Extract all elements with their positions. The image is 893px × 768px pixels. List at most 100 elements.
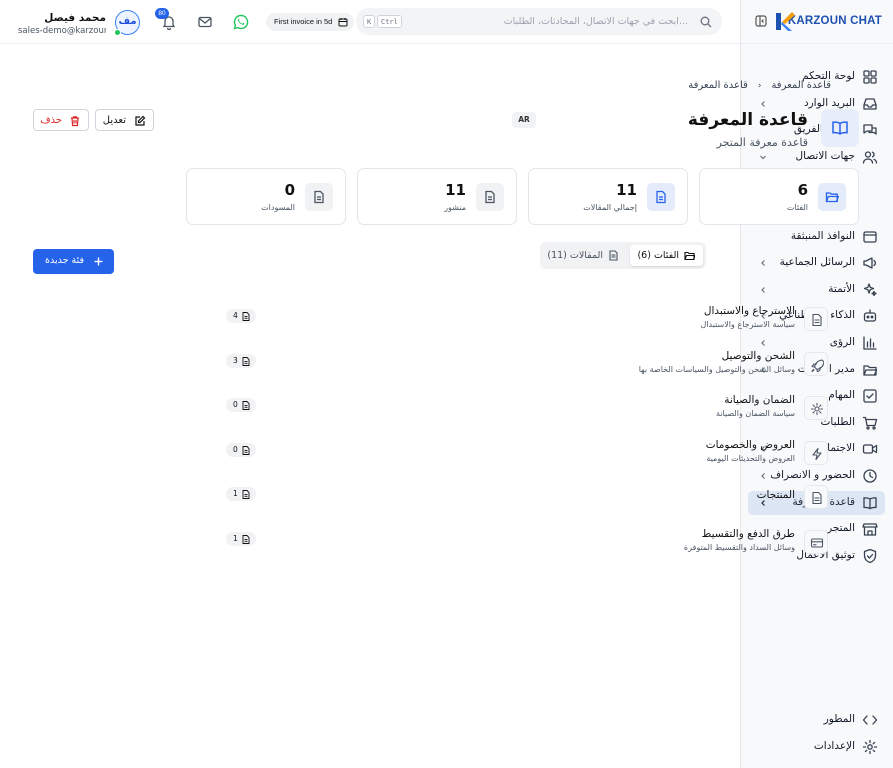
collapse-sidebar-icon[interactable] [755, 15, 767, 27]
category-row[interactable]: الاسترجاع والاستبدال سياسة الاسترجاع والا… [153, 305, 893, 350]
document-icon [242, 356, 250, 366]
sidebar-item-label: البريد الوارد [803, 96, 855, 109]
brand-name: KARZOUN CHAT [787, 15, 882, 27]
sidebar-footer-label: الإعدادات [813, 739, 855, 752]
invoice-text: First invoice in 5d [274, 17, 333, 26]
category-row[interactable]: الضمان والصيانة سياسة الضمان والصيانة 0 [153, 394, 893, 439]
category-description: وسائل الشحن والتوصيل والسياسات الخاصة به… [638, 364, 795, 374]
article-count: 4 [233, 311, 238, 320]
team-chat-icon [862, 122, 878, 138]
stat-value: 11 [616, 181, 637, 199]
chevron-left-icon [758, 258, 768, 268]
topbar: ابحث في جهات الاتصال، المحادثات، الطلبات… [0, 0, 740, 44]
stat-label: إجمالي المقالات [583, 203, 637, 212]
stat-card: 6 الفئات [699, 168, 859, 225]
category-description: وسائل السداد والتقسيط المتوفرة [683, 543, 795, 552]
document-icon [476, 183, 504, 211]
delete-button-label: حذف [40, 115, 62, 126]
chevron-left-icon: ‹ [757, 80, 762, 91]
gear-icon [862, 739, 878, 755]
category-description: سياسة الاسترجاع والاستبدال [700, 320, 795, 329]
stat-label: المسودات [261, 203, 295, 212]
article-count-badge: 0 [226, 442, 256, 457]
sidebar-footer-label: المطور [823, 713, 855, 725]
category-description: العروض والتحديثات اليومية [706, 453, 795, 463]
whatsapp-icon[interactable] [233, 14, 249, 30]
category-name: الاسترجاع والاستبدال [703, 305, 795, 317]
document-icon [804, 485, 828, 510]
category-name: المنتجات [756, 489, 795, 502]
sidebar-footer-item-0[interactable]: المطور [740, 708, 893, 732]
article-count: 0 [233, 400, 238, 410]
article-count-badge: 1 [226, 532, 256, 546]
dashboard-icon [862, 69, 878, 85]
rocket-icon [804, 351, 828, 376]
kbd-k: K [363, 15, 376, 28]
document-icon [242, 401, 250, 411]
tab-articles-label: المقالات (11) [547, 250, 603, 261]
chevron-left-icon [758, 99, 768, 109]
stat-card: 11 إجمالي المقالات [528, 168, 688, 225]
search-input[interactable]: ابحث في جهات الاتصال، المحادثات، الطلبات… [356, 8, 722, 35]
sidebar-item-label: النوافذ المنبثقة [790, 229, 855, 242]
category-name: الشحن والتوصيل [721, 349, 795, 362]
page-subtitle: قاعدة معرفة المتجر [716, 136, 808, 149]
article-count-badge: 3 [226, 353, 256, 368]
popup-icon [862, 229, 878, 245]
document-icon [242, 535, 250, 544]
calendar-icon [338, 17, 348, 27]
gear-icon [804, 396, 828, 421]
new-category-label: فئة جديدة [45, 255, 84, 266]
search-placeholder: ابحث في جهات الاتصال، المحادثات، الطلبات… [503, 16, 688, 27]
article-count: 1 [233, 489, 238, 499]
chevron-down-icon [758, 152, 768, 162]
view-tabs: الفئات (6) المقالات (11) [540, 242, 706, 269]
document-icon [608, 250, 619, 261]
sidebar-footer-item-1[interactable]: الإعدادات [740, 735, 893, 759]
tab-categories[interactable]: الفئات (6) [630, 245, 703, 266]
folder-open-icon [818, 183, 846, 211]
category-name: العروض والخصومات [705, 438, 795, 451]
sidebar-item-8[interactable]: الأتمتة [740, 278, 893, 302]
tab-categories-label: الفئات (6) [637, 250, 679, 261]
document-icon [647, 183, 675, 211]
page-title: قاعدة المعرفة [687, 110, 808, 130]
document-icon [804, 307, 828, 331]
edit-button[interactable]: تعديل [95, 109, 154, 131]
sidebar-item-7[interactable]: الرسائل الجماعية [740, 251, 893, 275]
online-status-dot [114, 29, 121, 36]
article-count: 0 [233, 444, 238, 454]
breadcrumb-parent-link[interactable]: قاعدة المعرفة [771, 80, 831, 91]
stat-value: 6 [797, 181, 808, 199]
new-category-button[interactable]: فئة جديدة [33, 249, 114, 274]
chevron-left-icon [758, 285, 768, 295]
stat-value: 0 [284, 181, 295, 199]
kbd-ctrl: Ctrl [377, 15, 402, 28]
sidebar-item-label: الأتمتة [828, 282, 855, 295]
stat-label: منشور [444, 203, 466, 212]
category-description: سياسة الضمان والصيانة [716, 409, 795, 419]
user-name: محمد فيصل [44, 12, 106, 24]
category-name: الضمان والصيانة [724, 394, 795, 407]
category-row[interactable]: العروض والخصومات العروض والتحديثات اليومي… [153, 439, 893, 484]
invoice-notice[interactable]: First invoice in 5d [266, 13, 354, 31]
code-icon [862, 712, 878, 728]
category-row[interactable]: المنتجات 1 [153, 483, 893, 528]
category-row[interactable]: طرق الدفع والتقسيط وسائل السداد والتقسيط … [153, 528, 893, 573]
tab-articles[interactable]: المقالات (11) [543, 245, 627, 266]
article-count: 1 [233, 534, 238, 543]
sparkles-icon [862, 282, 878, 298]
category-row[interactable]: الشحن والتوصيل وسائل الشحن والتوصيل والسي… [153, 350, 893, 395]
delete-button[interactable]: حذف [33, 109, 89, 131]
inbox-icon [862, 96, 878, 112]
document-icon [242, 490, 250, 500]
sidebar-item-label: جهات الاتصال [795, 149, 855, 162]
breadcrumb-current: قاعدة المعرفة [688, 80, 748, 91]
sidebar-item-6[interactable]: النوافذ المنبثقة [740, 225, 893, 249]
document-icon [242, 312, 250, 321]
folder-open-icon [684, 250, 695, 261]
user-email: sales-demo@karzoun... [18, 26, 106, 36]
mail-icon[interactable] [197, 14, 213, 30]
document-icon [242, 445, 250, 455]
stat-card: 11 منشور [357, 168, 517, 225]
